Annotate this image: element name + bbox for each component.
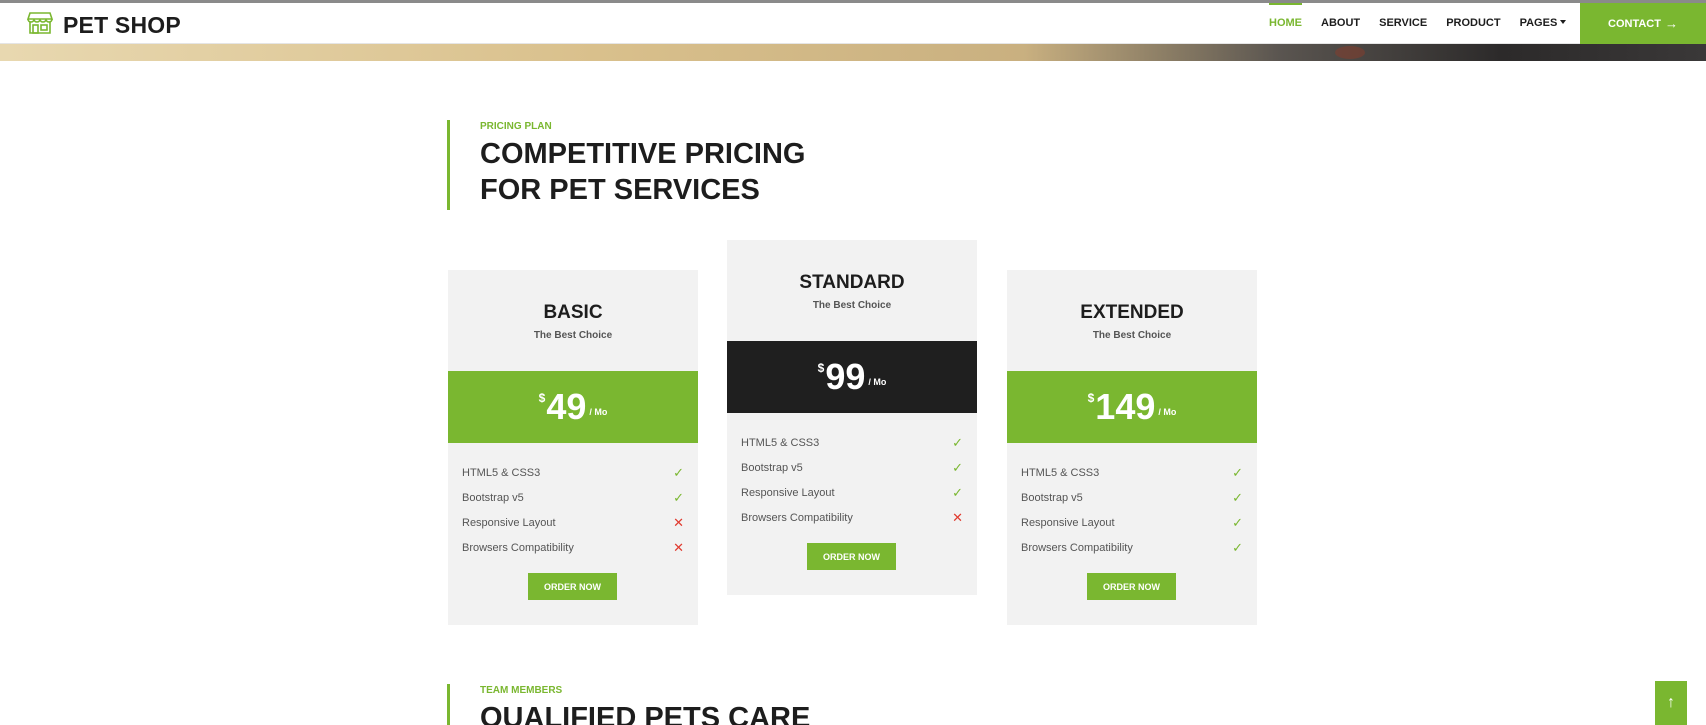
check-icon: ✓ <box>952 484 963 500</box>
main-nav: HOME ABOUT SERVICE PRODUCT PAGES <box>1269 3 1585 44</box>
nav-home[interactable]: HOME <box>1269 3 1302 44</box>
feature-item: Bootstrap v5 ✓ <box>741 455 963 480</box>
feature-label: Responsive Layout <box>462 516 556 529</box>
price-box: $ 149 / Mo <box>1007 371 1257 443</box>
nav-service[interactable]: SERVICE <box>1379 3 1427 44</box>
contact-button[interactable]: CONTACT → <box>1580 3 1706 44</box>
feature-list: HTML5 & CSS3 ✓ Bootstrap v5 ✓ Responsive L… <box>462 460 684 560</box>
price-amount: 99 <box>825 356 866 397</box>
check-icon: ✓ <box>1232 539 1243 555</box>
price-currency: $ <box>1087 391 1095 405</box>
feature-label: HTML5 & CSS3 <box>741 436 820 449</box>
feature-label: HTML5 & CSS3 <box>1021 466 1100 479</box>
feature-list: HTML5 & CSS3 ✓ Bootstrap v5 ✓ Responsive L… <box>741 430 963 530</box>
team-title: QUALIFIED PETS CARE <box>480 702 811 725</box>
pricing-card-basic: BASIC The Best Choice $ 49 / Mo HTML5 & … <box>448 270 698 625</box>
price-box: $ 49 / Mo <box>448 371 698 443</box>
price-period: / Mo <box>868 377 887 387</box>
price-amount: 49 <box>546 386 587 427</box>
price-period: / Mo <box>1158 407 1177 417</box>
pricing-title-line2: FOR PET SERVICES <box>480 174 760 206</box>
feature-label: HTML5 & CSS3 <box>462 466 541 479</box>
hero-image-detail <box>1335 46 1365 59</box>
brand-name: PET SHOP <box>63 12 181 38</box>
nav-product[interactable]: PRODUCT <box>1446 3 1500 44</box>
feature-label: Responsive Layout <box>741 486 835 499</box>
pricing-title: COMPETITIVE PRICING FOR PET SERVICES <box>480 136 880 208</box>
feature-item: Responsive Layout ✕ <box>462 510 684 535</box>
check-icon: ✓ <box>1232 514 1243 530</box>
feature-item: HTML5 & CSS3 ✓ <box>1021 460 1243 485</box>
feature-label: Responsive Layout <box>1021 516 1115 529</box>
nav-about[interactable]: ABOUT <box>1321 3 1360 44</box>
feature-item: HTML5 & CSS3 ✓ <box>741 430 963 455</box>
feature-item: Browsers Compatibility ✕ <box>741 505 963 530</box>
pricing-heading: PRICING PLAN COMPETITIVE PRICING FOR PET… <box>447 120 880 210</box>
feature-item: Browsers Compatibility ✕ <box>462 535 684 560</box>
hero-image-strip <box>0 44 1706 61</box>
team-subtitle: TEAM MEMBERS <box>480 685 563 696</box>
plan-tagline: The Best Choice <box>533 330 613 341</box>
check-icon: ✓ <box>952 434 963 450</box>
order-now-button[interactable]: ORDER NOW <box>807 543 896 570</box>
price-period: / Mo <box>589 407 608 417</box>
check-icon: ✓ <box>1232 489 1243 505</box>
check-icon: ✓ <box>673 464 684 480</box>
feature-item: Browsers Compatibility ✓ <box>1021 535 1243 560</box>
check-icon: ✓ <box>673 489 684 505</box>
cross-icon: ✕ <box>673 514 684 530</box>
plan-tagline: The Best Choice <box>1092 330 1172 341</box>
plan-name: EXTENDED <box>1080 302 1184 323</box>
feature-label: Bootstrap v5 <box>462 491 524 504</box>
feature-label: Browsers Compatibility <box>1021 541 1133 554</box>
check-icon: ✓ <box>952 459 963 475</box>
order-now-button[interactable]: ORDER NOW <box>1087 573 1176 600</box>
team-heading: TEAM MEMBERS QUALIFIED PETS CARE <box>447 684 810 725</box>
contact-label: CONTACT <box>1608 17 1661 30</box>
feature-label: Bootstrap v5 <box>1021 491 1083 504</box>
arrow-up-icon: ↑ <box>1667 694 1675 711</box>
plan-name: STANDARD <box>799 272 905 293</box>
plan-name: BASIC <box>543 302 603 323</box>
nav-pages-dropdown[interactable]: PAGES <box>1520 3 1567 44</box>
feature-label: Bootstrap v5 <box>741 461 803 474</box>
feature-list: HTML5 & CSS3 ✓ Bootstrap v5 ✓ Responsive L… <box>1021 460 1243 560</box>
feature-label: Browsers Compatibility <box>462 541 574 554</box>
check-icon: ✓ <box>1232 464 1243 480</box>
feature-item: Responsive Layout ✓ <box>1021 510 1243 535</box>
arrow-right-icon: → <box>1664 16 1678 31</box>
nav-pages-label: PAGES <box>1519 17 1558 29</box>
price-currency: $ <box>817 361 825 375</box>
price-amount: 149 <box>1095 386 1156 427</box>
brand-logo[interactable]: PET SHOP <box>26 11 181 40</box>
feature-item: Bootstrap v5 ✓ <box>1021 485 1243 510</box>
order-now-button[interactable]: ORDER NOW <box>528 573 617 600</box>
feature-item: HTML5 & CSS3 ✓ <box>462 460 684 485</box>
pricing-card-extended: EXTENDED The Best Choice $ 149 / Mo HTML… <box>1007 270 1257 625</box>
plan-tagline: The Best Choice <box>812 300 892 311</box>
pricing-subtitle: PRICING PLAN <box>480 121 552 132</box>
feature-item: Responsive Layout ✓ <box>741 480 963 505</box>
pricing-title-line1: COMPETITIVE PRICING <box>480 138 806 170</box>
caret-down-icon <box>1560 20 1567 25</box>
back-to-top-button[interactable]: ↑ <box>1655 681 1687 725</box>
storefront-icon <box>26 11 54 40</box>
feature-label: Browsers Compatibility <box>741 511 853 524</box>
cross-icon: ✕ <box>952 509 963 525</box>
cross-icon: ✕ <box>673 539 684 555</box>
price-box: $ 99 / Mo <box>727 341 977 413</box>
feature-item: Bootstrap v5 ✓ <box>462 485 684 510</box>
price-currency: $ <box>538 391 546 405</box>
pricing-card-standard: STANDARD The Best Choice $ 99 / Mo HTML5… <box>727 240 977 595</box>
navbar: PET SHOP HOME ABOUT SERVICE PRODUCT PAGE… <box>0 3 1706 44</box>
